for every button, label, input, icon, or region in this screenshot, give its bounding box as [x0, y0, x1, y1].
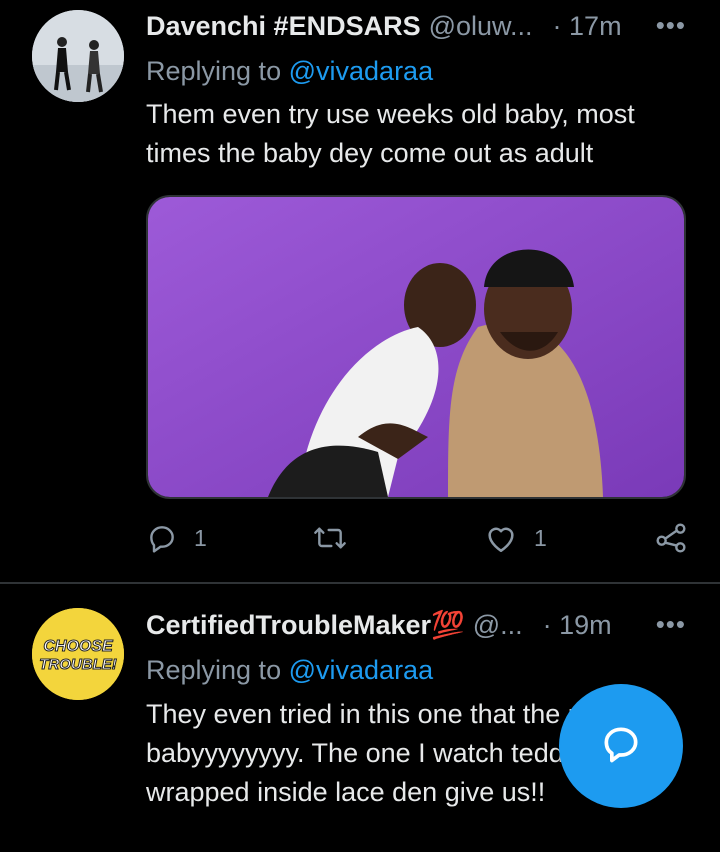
- author-handle[interactable]: @...: [473, 610, 523, 641]
- replying-prefix: Replying to: [146, 655, 282, 685]
- like-button[interactable]: 1: [484, 522, 547, 554]
- replying-to: Replying to @vivadaraa: [146, 655, 433, 686]
- tweet-divider: [0, 582, 720, 584]
- replying-to: Replying to @vivadaraa: [146, 56, 433, 87]
- mention-link[interactable]: @vivadaraa: [289, 56, 433, 86]
- share-icon: [654, 522, 688, 554]
- avatar-text-line1: CHOOSE: [43, 638, 114, 655]
- avatar[interactable]: [32, 10, 124, 102]
- reply-icon: [146, 522, 178, 554]
- reply-count: 1: [194, 524, 207, 551]
- avatar-text-line2: TROUBLE!: [39, 656, 117, 673]
- retweet-button[interactable]: [312, 522, 364, 554]
- avatar[interactable]: CHOOSE TROUBLE!: [32, 608, 124, 700]
- tweet-actions: 1 1: [146, 522, 691, 562]
- like-icon: [484, 522, 518, 554]
- tweet-photo[interactable]: [146, 195, 686, 499]
- like-count: 1: [534, 524, 547, 551]
- tweet-text: Them even try use weeks old baby, most t…: [146, 99, 635, 168]
- retweet-icon: [312, 522, 348, 554]
- tweet-header: CertifiedTroubleMaker💯 @... · 19m: [146, 607, 612, 643]
- author-name[interactable]: CertifiedTroubleMaker💯: [146, 609, 465, 641]
- tweet-header: Davenchi #ENDSARS @oluw... · 17m: [146, 8, 622, 44]
- author-name[interactable]: Davenchi #ENDSARS: [146, 11, 421, 42]
- compose-reply-icon: [599, 722, 643, 771]
- timestamp[interactable]: · 19m: [543, 610, 612, 641]
- more-icon[interactable]: •••: [656, 609, 686, 640]
- compose-reply-button[interactable]: [559, 684, 683, 808]
- replying-prefix: Replying to: [146, 56, 282, 86]
- timestamp[interactable]: · 17m: [553, 11, 622, 42]
- reply-button[interactable]: 1: [146, 522, 207, 554]
- more-icon[interactable]: •••: [656, 10, 686, 41]
- tweet[interactable]: Davenchi #ENDSARS @oluw... · 17m ••• Rep…: [0, 0, 720, 582]
- share-button[interactable]: [654, 522, 688, 554]
- mention-link[interactable]: @vivadaraa: [289, 655, 433, 685]
- author-handle[interactable]: @oluw...: [429, 11, 533, 42]
